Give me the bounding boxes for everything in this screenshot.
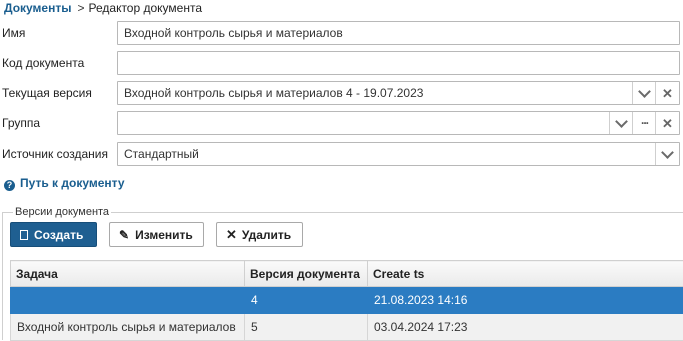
document-icon (20, 230, 28, 240)
breadcrumb-separator: > (77, 1, 84, 15)
code-row: Код документа (0, 51, 683, 75)
table-header-row: Задача Версия документа Create ts (11, 261, 683, 287)
name-value: Входной контроль сырья и материалов (124, 22, 343, 44)
group-label: Группа (2, 111, 40, 135)
group-lookup-button[interactable]: ... (632, 112, 656, 134)
task-cell: Входной контроль сырья и материалов (11, 314, 245, 341)
version-row: Текущая версия Входной контроль сырья и … (0, 81, 683, 105)
table-row[interactable]: 4 21.08.2023 14:16 (11, 287, 683, 314)
created-cell: 21.08.2023 14:16 (368, 287, 683, 314)
version-cell: 4 (245, 287, 368, 314)
group-row: Группа ... ✕ (0, 111, 683, 135)
document-path-label: Путь к документу (20, 176, 125, 190)
table-row[interactable]: Входной контроль сырья и материалов 5 03… (11, 314, 683, 341)
created-cell: 03.04.2024 17:23 (368, 314, 683, 341)
version-value: Входной контроль сырья и материалов 4 - … (124, 82, 423, 104)
close-icon: ✕ (662, 117, 673, 130)
breadcrumb-documents-link[interactable]: Документы (4, 1, 71, 15)
source-value: Стандартный (124, 143, 199, 165)
source-select[interactable]: Стандартный (117, 142, 680, 166)
chevron-down-icon (638, 85, 651, 98)
document-path-link[interactable]: ? Путь к документу (4, 175, 125, 191)
question-circle-icon: ? (4, 180, 15, 191)
name-label: Имя (2, 21, 25, 45)
version-select[interactable]: Входной контроль сырья и материалов 4 - … (117, 81, 680, 105)
delete-label: Удалить (242, 228, 291, 242)
pencil-icon: ✎ (119, 228, 129, 242)
edit-label: Изменить (135, 228, 193, 242)
source-row: Источник создания Стандартный (0, 142, 683, 166)
group-clear-button[interactable]: ✕ (655, 112, 679, 134)
create-version-button[interactable]: Создать (10, 222, 97, 247)
code-field[interactable] (117, 51, 680, 75)
source-dropdown-button[interactable] (655, 143, 679, 165)
version-clear-button[interactable]: ✕ (655, 82, 679, 104)
edit-version-button[interactable]: ✎ Изменить (109, 222, 204, 247)
chevron-down-icon (615, 115, 628, 128)
breadcrumb-current: Редактор документа (89, 1, 203, 15)
group-dropdown-button[interactable] (609, 112, 633, 134)
delete-version-button[interactable]: ✕ Удалить (216, 222, 303, 247)
create-label: Создать (34, 228, 83, 242)
version-label: Текущая версия (2, 81, 92, 105)
version-cell: 5 (245, 314, 368, 341)
version-dropdown-button[interactable] (632, 82, 656, 104)
name-row: Имя Входной контроль сырья и материалов (0, 21, 683, 45)
versions-legend: Версии документа (13, 205, 111, 220)
column-header-version[interactable]: Версия документа (245, 261, 368, 287)
column-header-task[interactable]: Задача (11, 261, 245, 287)
more-dots-icon: ... (641, 114, 648, 126)
column-header-created[interactable]: Create ts (368, 261, 683, 287)
name-field[interactable]: Входной контроль сырья и материалов (117, 21, 680, 45)
close-icon: ✕ (662, 87, 673, 100)
breadcrumb: Документы > Редактор документа (4, 0, 202, 16)
code-label: Код документа (2, 51, 84, 75)
task-cell (11, 287, 245, 314)
source-label: Источник создания (2, 142, 108, 166)
close-icon: ✕ (226, 227, 237, 243)
versions-table: Задача Версия документа Create ts 4 21.0… (10, 260, 683, 341)
chevron-down-icon (661, 146, 674, 159)
group-select[interactable]: ... ✕ (117, 111, 680, 135)
